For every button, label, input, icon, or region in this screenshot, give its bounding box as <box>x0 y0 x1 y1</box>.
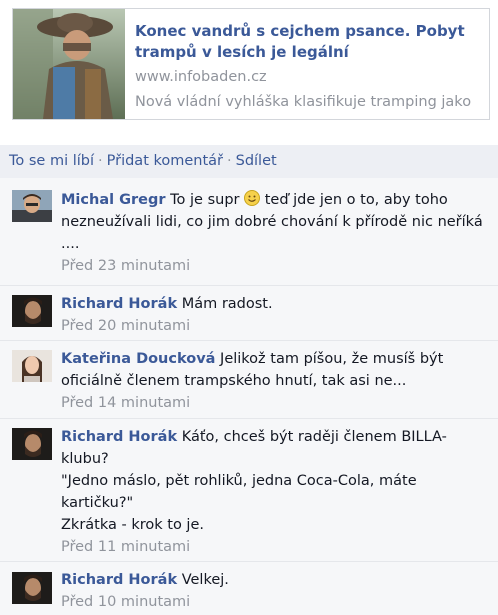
comment-item: Michal Gregr To je supr teď jde jen o to… <box>0 178 498 285</box>
like-link[interactable]: To se mi líbí <box>9 153 94 169</box>
comment-text: Mám radost. <box>181 296 273 312</box>
comment-item: Richard Horák Mám radost. Před 20 minuta… <box>0 285 498 340</box>
avatar[interactable] <box>12 572 52 604</box>
comment-list: Michal Gregr To je supr teď jde jen o to… <box>0 178 498 615</box>
comment-text: Velkej. <box>181 572 229 588</box>
avatar[interactable] <box>12 190 52 222</box>
comment-author[interactable]: Richard Horák <box>61 296 177 312</box>
share-link[interactable]: Sdílet <box>236 153 277 169</box>
add-comment-link[interactable]: Přidat komentář <box>107 153 223 169</box>
link-preview: Konec vandrů s cejchem psance. Pobyt tra… <box>0 0 498 133</box>
link-thumbnail[interactable] <box>13 9 125 119</box>
shared-link-card[interactable]: Konec vandrů s cejchem psance. Pobyt tra… <box>12 8 490 120</box>
post-action-bar: To se mi líbí · Přidat komentář · Sdílet <box>0 145 498 178</box>
comment-timestamp[interactable]: Před 14 minutami <box>61 392 488 414</box>
comment-item: Kateřina Doucková Jelikož tam píšou, že … <box>0 340 498 418</box>
comment-text: "Jedno máslo, pět rohliků, jedna Coca-Co… <box>61 473 417 511</box>
comment-author[interactable]: Richard Horák <box>61 429 177 445</box>
link-domain: www.infobaden.cz <box>135 69 267 85</box>
action-separator: · <box>227 153 232 169</box>
avatar[interactable] <box>12 295 52 327</box>
comment-item: Richard Horák Velkej. Před 10 minutami <box>0 561 498 615</box>
comment-author[interactable]: Richard Horák <box>61 572 177 588</box>
smile-emoticon-icon <box>244 190 261 206</box>
link-title[interactable]: Konec vandrů s cejchem psance. Pobyt tra… <box>135 21 479 63</box>
comment-text: Zkrátka - krok to je. <box>61 517 204 533</box>
comment-text: To je supr <box>170 192 240 208</box>
comment-author[interactable]: Kateřina Doucková <box>61 351 215 367</box>
link-description: Nová vládní vyhláška klasifikuje trampin… <box>135 94 472 110</box>
avatar[interactable] <box>12 350 52 382</box>
comment-author[interactable]: Michal Gregr <box>61 192 166 208</box>
comment-timestamp[interactable]: Před 20 minutami <box>61 315 488 337</box>
comment-timestamp[interactable]: Před 11 minutami <box>61 536 488 558</box>
comment-timestamp[interactable]: Před 23 minutami <box>61 255 488 277</box>
action-separator: · <box>98 153 103 169</box>
avatar[interactable] <box>12 428 52 460</box>
comment-item: Richard Horák Káťo, chceš být raději čle… <box>0 418 498 561</box>
comment-timestamp[interactable]: Před 10 minutami <box>61 591 488 613</box>
